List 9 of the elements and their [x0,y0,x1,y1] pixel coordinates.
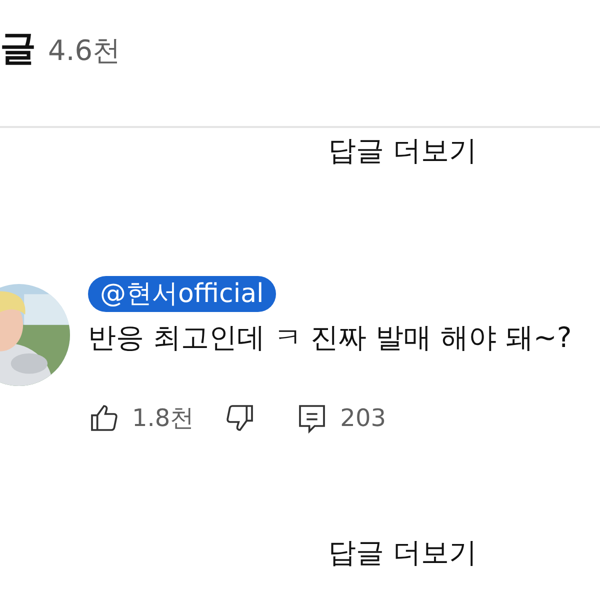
more-replies-button[interactable]: 답글 더보기 [328,130,477,172]
thumbs-up-icon[interactable] [88,402,120,434]
section-title: 글 [0,28,36,70]
reply-count: 203 [340,404,386,432]
comment-count: 4.6천 [48,33,121,69]
comment-text: 반응 최고인데 ㅋ 진짜 발매 해야 돼~? [88,320,572,356]
like-count: 1.8천 [132,403,194,434]
more-replies-button[interactable]: 답글 더보기 [328,532,477,574]
author-badge[interactable]: @현서official [88,276,276,312]
